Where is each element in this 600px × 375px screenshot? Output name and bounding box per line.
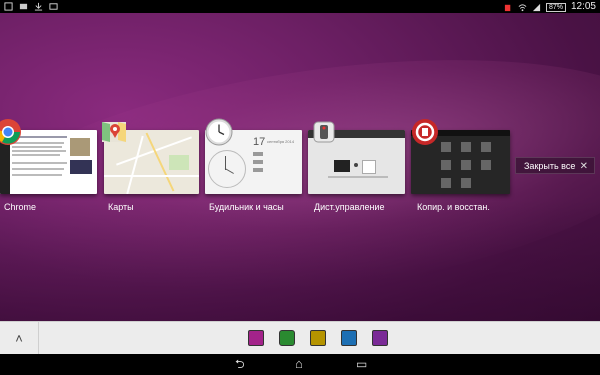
recent-app-remote[interactable]: Дист.управление [308,121,405,212]
recent-app-backup[interactable]: Копир. и восстан. [411,119,510,212]
maps-icon [102,122,126,142]
signal-bars-icon [532,3,541,12]
wifi-icon [518,4,527,12]
clock-icon [205,118,233,146]
small-app-clock-icon[interactable] [310,330,326,346]
recent-app-label: Будильник и часы [209,202,284,212]
recent-app-chrome[interactable]: Chrome [0,119,97,212]
small-app-browser-icon[interactable] [248,330,264,346]
recent-app-clock[interactable]: 17 сентября 2014 Будильник и часы [205,118,302,212]
home-icon[interactable]: ⌂ [295,357,303,371]
status-bar: 87% 12:05 [0,0,600,13]
notification-icon [49,3,58,10]
status-clock: 12:05 [570,1,596,12]
remote-icon [313,121,335,143]
backup-icon [412,119,438,145]
battery-icon: 87% [545,3,566,12]
expand-up-button[interactable]: ˄ [0,322,39,355]
recent-app-label: Chrome [4,202,37,212]
signal-icon [504,4,511,12]
recent-app-label: Карты [108,202,134,212]
clock-month: сентября 2014 [267,139,295,144]
small-app-notes-icon[interactable] [372,330,388,346]
small-app-timer-icon[interactable] [279,330,295,346]
back-icon[interactable]: ⮌ [235,357,245,371]
image-icon [19,3,28,10]
small-apps-bar: ˄ [0,321,600,355]
recent-app-label: Дист.управление [314,202,385,212]
recent-app-maps[interactable]: Карты [102,122,199,212]
small-app-calculator-icon[interactable] [341,330,357,346]
close-all-label: Закрыть все [524,161,576,171]
download-icon [34,2,43,11]
navigation-bar: ⮌ ⌂ ▭ [0,354,600,375]
chevron-up-icon: ˄ [15,331,23,346]
screenshot-icon [4,2,13,11]
recents-icon[interactable]: ▭ [356,357,367,371]
clock-date: 17 [253,136,266,148]
wallpaper-shadow [0,200,600,330]
recent-app-label: Копир. и восстан. [417,202,490,212]
close-all-button[interactable]: Закрыть все ✕ [515,157,595,174]
close-icon: ✕ [579,161,588,172]
